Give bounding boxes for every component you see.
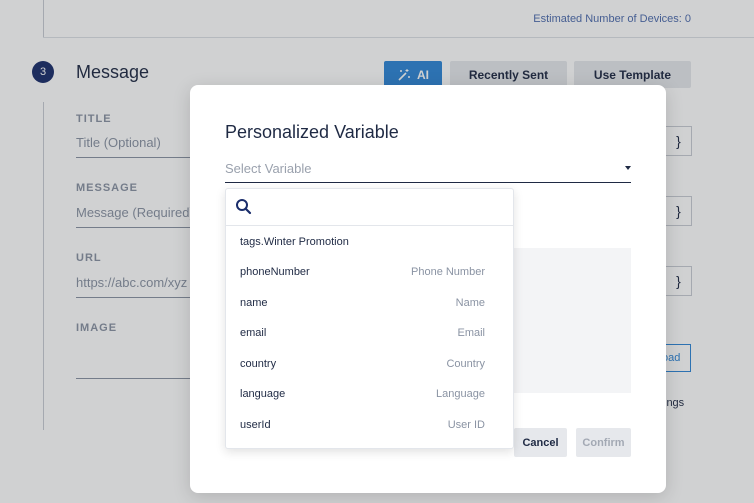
dropdown-option[interactable]: tags.Winter Promotion (226, 227, 513, 257)
variable-dropdown: tags.Winter Promotion phoneNumber Phone … (225, 188, 514, 449)
option-label: Language (436, 388, 485, 400)
dropdown-search (226, 189, 513, 226)
dialog-title: Personalized Variable (225, 122, 399, 142)
dropdown-option[interactable]: name Name (226, 288, 513, 318)
option-label: Name (455, 297, 485, 309)
option-label: Country (446, 358, 485, 370)
dropdown-search-input[interactable] (258, 195, 506, 219)
confirm-button[interactable]: Confirm (576, 428, 631, 457)
dropdown-option[interactable]: country Country (226, 349, 513, 379)
option-name: country (240, 358, 277, 370)
cancel-button[interactable]: Cancel (514, 428, 567, 457)
option-label: Email (457, 327, 485, 339)
dropdown-option[interactable]: phoneNumber Phone Number (226, 257, 513, 287)
option-label: User ID (447, 419, 485, 431)
option-name: email (240, 327, 267, 339)
dropdown-option[interactable]: email Email (226, 318, 513, 348)
dropdown-option[interactable]: language Language (226, 379, 513, 409)
select-placeholder: Select Variable (225, 161, 312, 176)
dropdown-option[interactable]: userId User ID (226, 410, 513, 440)
chevron-down-icon (625, 166, 631, 170)
variable-select[interactable]: Select Variable (225, 157, 631, 183)
search-icon (236, 199, 252, 215)
preview-area (513, 248, 631, 393)
option-name: userId (240, 419, 271, 431)
option-label: Phone Number (411, 266, 485, 278)
option-name: phoneNumber (240, 266, 310, 278)
option-name: name (240, 297, 268, 309)
option-name: language (240, 388, 286, 400)
option-name: tags.Winter Promotion (240, 236, 349, 248)
